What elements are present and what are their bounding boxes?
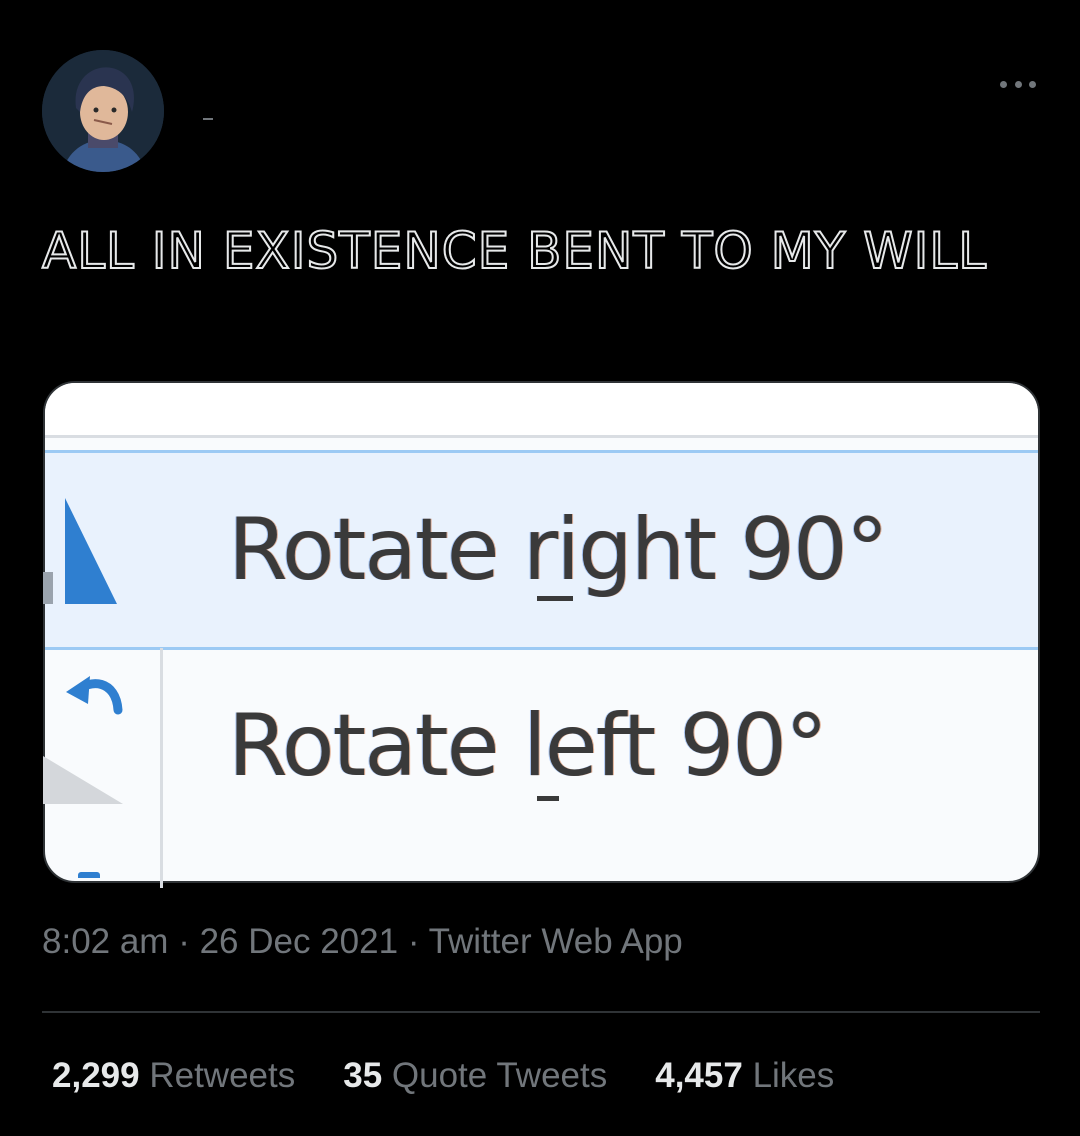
likes-stat[interactable]: 4,457 Likes (655, 1056, 834, 1096)
menu-icon-column-divider (160, 648, 163, 888)
tweet-text: ALL IN EXISTENCE BENT TO MY WILL (41, 221, 988, 281)
dot (1029, 80, 1036, 88)
tweet-meta: 8:02 am · 26 Dec 2021 · Twitter Web App (42, 922, 683, 962)
username-placeholder (203, 118, 213, 120)
retweets-count: 2,299 (52, 1056, 140, 1095)
access-key-underline (537, 596, 573, 601)
quote-tweets-stat[interactable]: 35 Quote Tweets (343, 1056, 607, 1096)
tweet-date[interactable]: 26 Dec 2021 (200, 922, 398, 961)
meta-separator: · (178, 922, 190, 961)
meta-separator: · (407, 922, 420, 961)
likes-count: 4,457 (655, 1056, 743, 1095)
avatar[interactable] (42, 50, 164, 172)
quote-tweets-count: 35 (343, 1056, 383, 1095)
stats-divider (42, 1011, 1040, 1013)
access-key-underline (537, 796, 559, 801)
menu-top-area (45, 383, 1038, 437)
retweets-stat[interactable]: 2,299 Retweets (52, 1056, 295, 1096)
menu-item-rotate-left-label[interactable]: Rotate left 90° (228, 696, 828, 796)
rotate-left-icon (43, 756, 123, 804)
more-options-icon[interactable] (996, 74, 1040, 94)
tweet-time[interactable]: 8:02 am (42, 922, 168, 961)
likes-label: Likes (752, 1056, 835, 1095)
avatar-illustration (42, 50, 164, 172)
undo-arrow-icon (66, 676, 123, 715)
quote-tweets-label: Quote Tweets (391, 1056, 608, 1095)
dot (1014, 80, 1022, 88)
tweet-source[interactable]: Twitter Web App (429, 922, 683, 961)
dot (1000, 80, 1007, 88)
menu-top-divider (45, 435, 1038, 438)
retweets-label: Retweets (149, 1056, 296, 1095)
tweet-stats: 2,299 Retweets 35 Quote Tweets 4,457 Lik… (52, 1056, 882, 1096)
menu-item-rotate-right-label[interactable]: Rotate right 90° (228, 500, 889, 600)
partial-menu-icon (78, 872, 100, 878)
rotate-right-icon (43, 498, 117, 604)
